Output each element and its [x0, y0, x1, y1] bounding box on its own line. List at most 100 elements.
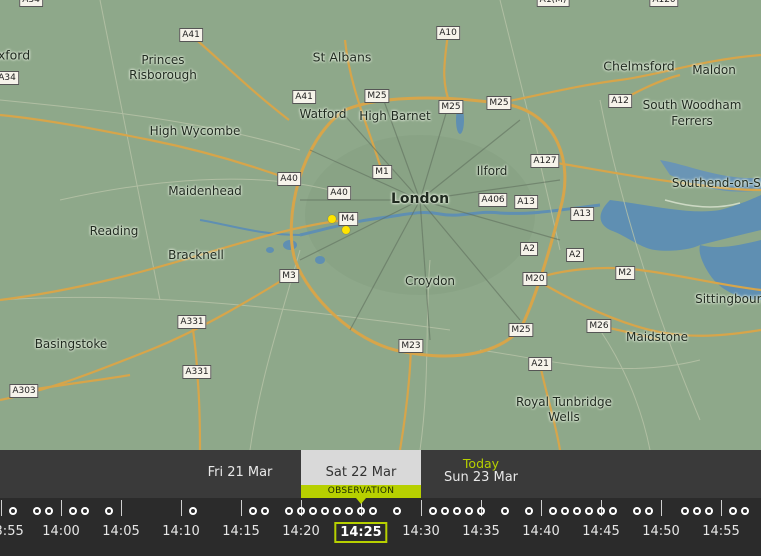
- time-label[interactable]: 14:55: [702, 524, 739, 539]
- observation-time-dot[interactable]: [309, 507, 317, 515]
- observation-time-dot[interactable]: [81, 507, 89, 515]
- place-label: Risborough: [129, 68, 197, 82]
- time-tick: [241, 500, 242, 516]
- road-shield: M25: [508, 323, 534, 337]
- day-label: Sat 22 Mar: [325, 465, 397, 480]
- road-shield: A40: [327, 186, 351, 200]
- current-time-pointer: [356, 498, 366, 504]
- observation-time-dot[interactable]: [729, 507, 737, 515]
- observation-time-dot[interactable]: [345, 507, 353, 515]
- time-label[interactable]: 14:35: [462, 524, 499, 539]
- map-view[interactable]: xford Princes Risborough St Albans Chelmsfor…: [0, 0, 761, 450]
- observation-marker[interactable]: [328, 215, 336, 223]
- time-tick: [721, 500, 722, 516]
- road-shield: M20: [522, 272, 548, 286]
- day-tab[interactable]: Sat 22 Mar OBSERVATION: [301, 450, 421, 498]
- time-label[interactable]: 14:10: [162, 524, 199, 539]
- road-shield: A2: [520, 242, 538, 256]
- time-scrubber[interactable]: 13:55 14:00 14:05 14:10 14:15 14:20 14:25 14:30…: [0, 498, 761, 556]
- observation-time-dot[interactable]: [585, 507, 593, 515]
- road-shield: M2: [615, 266, 635, 280]
- observation-time-dot[interactable]: [693, 507, 701, 515]
- place-label: Watford: [299, 107, 347, 121]
- time-slider[interactable]: Fri 21 Mar Sat 22 Mar OBSERVATION Today Sun …: [0, 450, 761, 556]
- place-label: Royal Tunbridge: [516, 395, 612, 409]
- time-label[interactable]: 14:30: [402, 524, 439, 539]
- place-label: Wells: [548, 410, 580, 424]
- observation-time-dot[interactable]: [465, 507, 473, 515]
- observation-time-dot[interactable]: [357, 507, 365, 515]
- day-tab[interactable]: Today Sun 23 Mar: [421, 450, 541, 498]
- observation-time-dot[interactable]: [297, 507, 305, 515]
- observation-time-dot[interactable]: [633, 507, 641, 515]
- observation-time-dot[interactable]: [285, 507, 293, 515]
- time-label[interactable]: 14:20: [282, 524, 319, 539]
- time-label[interactable]: 14:45: [582, 524, 619, 539]
- observation-time-dot[interactable]: [741, 507, 749, 515]
- observation-time-dot[interactable]: [261, 507, 269, 515]
- observation-time-dot[interactable]: [525, 507, 533, 515]
- road-shield: A2: [566, 248, 584, 262]
- road-shield: M25: [486, 96, 512, 110]
- observation-time-dot[interactable]: [441, 507, 449, 515]
- observation-time-dot[interactable]: [45, 507, 53, 515]
- road-shield: M25: [438, 100, 464, 114]
- time-label[interactable]: 14:05: [102, 524, 139, 539]
- observation-time-dot[interactable]: [501, 507, 509, 515]
- observation-time-dot[interactable]: [105, 507, 113, 515]
- time-tick: [121, 500, 122, 516]
- observation-time-dot[interactable]: [705, 507, 713, 515]
- road-shield: A120: [649, 0, 679, 7]
- observation-badge: OBSERVATION: [301, 485, 421, 498]
- observation-time-dot[interactable]: [69, 507, 77, 515]
- place-label: London: [390, 191, 450, 207]
- observation-time-dot[interactable]: [33, 507, 41, 515]
- road-shield: A21: [528, 357, 552, 371]
- time-label[interactable]: 13:55: [0, 524, 24, 539]
- time-label[interactable]: 14:15: [222, 524, 259, 539]
- place-label: St Albans: [312, 49, 372, 65]
- observation-time-dot[interactable]: [609, 507, 617, 515]
- observation-time-dot[interactable]: [549, 507, 557, 515]
- observation-time-dot[interactable]: [681, 507, 689, 515]
- observation-time-dot[interactable]: [597, 507, 605, 515]
- road-shield: A13: [570, 207, 594, 221]
- place-label: Maidenhead: [168, 184, 242, 198]
- place-label: Chelmsford: [603, 58, 675, 74]
- road-shield: A10: [436, 26, 460, 40]
- road-shield: A41: [179, 28, 203, 42]
- observation-time-dot[interactable]: [249, 507, 257, 515]
- current-time-label[interactable]: 14:25: [334, 522, 388, 543]
- observation-time-dot[interactable]: [573, 507, 581, 515]
- time-label[interactable]: 14:40: [522, 524, 559, 539]
- place-label: Bracknell: [168, 248, 224, 262]
- observation-time-dot[interactable]: [189, 507, 197, 515]
- observation-time-dot[interactable]: [321, 507, 329, 515]
- observation-time-dot[interactable]: [429, 507, 437, 515]
- observation-time-dot[interactable]: [369, 507, 377, 515]
- observation-time-dot[interactable]: [453, 507, 461, 515]
- observation-time-dot[interactable]: [561, 507, 569, 515]
- place-label: Reading: [89, 224, 139, 238]
- road-shield: A34: [0, 71, 19, 85]
- place-label: South Woodham: [642, 98, 742, 112]
- observation-marker[interactable]: [342, 226, 350, 234]
- road-shield: A40: [277, 172, 301, 186]
- time-label[interactable]: 14:00: [42, 524, 79, 539]
- time-tick: [1, 500, 2, 516]
- time-label[interactable]: 14:50: [642, 524, 679, 539]
- place-label: xford: [0, 47, 31, 63]
- time-tick: [541, 500, 542, 516]
- day-tab[interactable]: Fri 21 Mar: [180, 450, 300, 498]
- observation-time-dot[interactable]: [393, 507, 401, 515]
- day-selector: Fri 21 Mar Sat 22 Mar OBSERVATION Today Sun …: [0, 450, 761, 498]
- observation-time-dot[interactable]: [9, 507, 17, 515]
- road-shield: A13: [514, 195, 538, 209]
- observation-time-dot[interactable]: [477, 507, 485, 515]
- road-shield: M3: [279, 269, 299, 283]
- road-shield: M23: [398, 339, 424, 353]
- road-shield: M25: [364, 89, 390, 103]
- place-label: Southend-on-Se: [671, 176, 761, 190]
- observation-time-dot[interactable]: [645, 507, 653, 515]
- observation-time-dot[interactable]: [333, 507, 341, 515]
